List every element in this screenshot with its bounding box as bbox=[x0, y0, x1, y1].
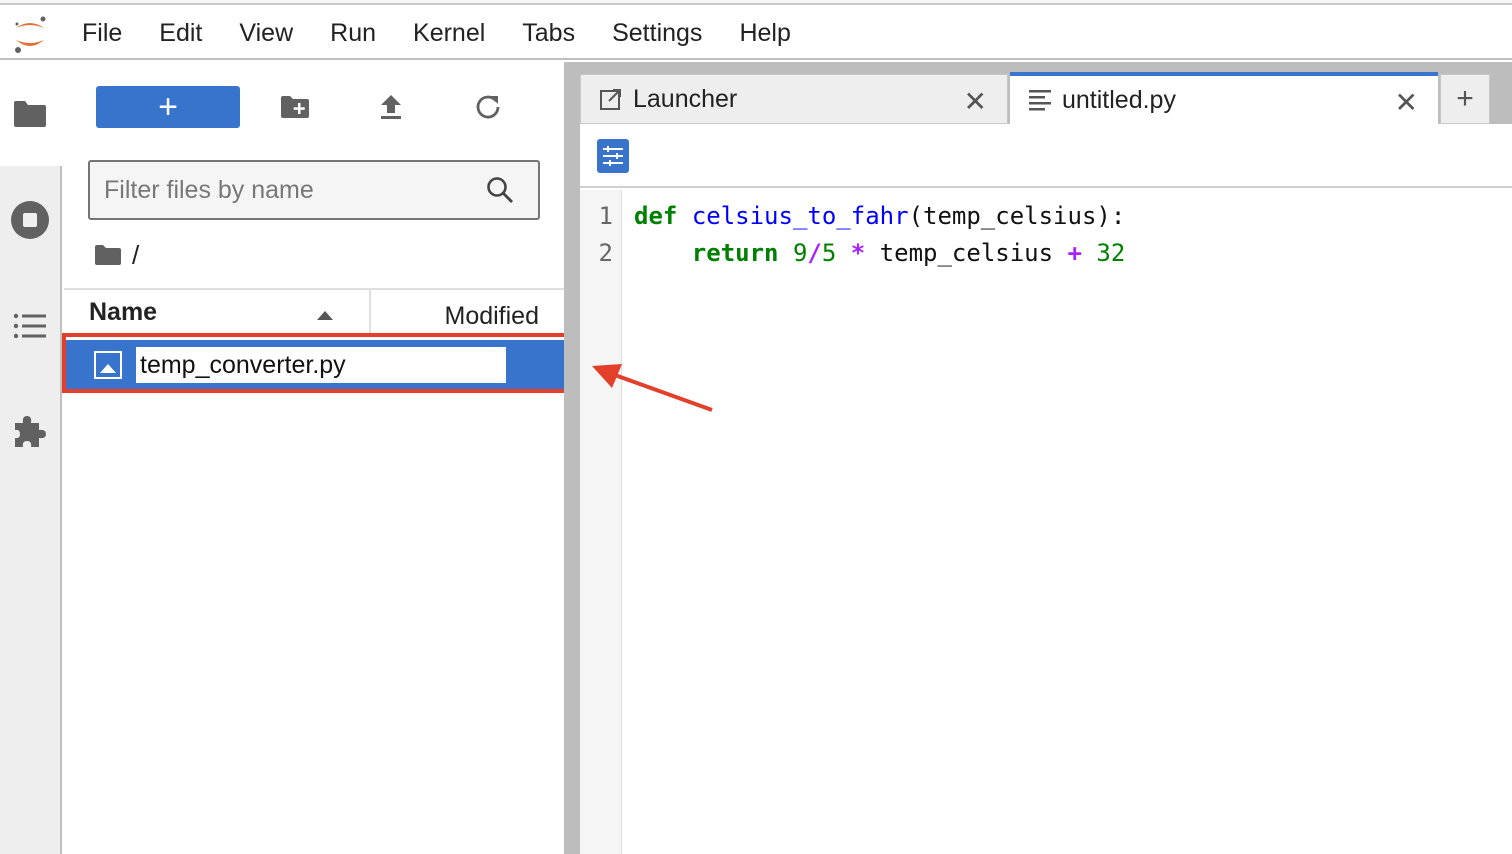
menu-file[interactable]: File bbox=[82, 19, 122, 48]
code-token: def bbox=[634, 202, 678, 230]
tab-untitled-py[interactable]: untitled.py ✕ bbox=[1010, 72, 1438, 124]
menu-bar: File Edit View Run Kernel Tabs Settings … bbox=[0, 6, 1512, 60]
folder-icon bbox=[14, 101, 46, 127]
filter-files-box bbox=[88, 160, 540, 220]
menu-view[interactable]: View bbox=[239, 19, 293, 48]
code-token: (temp_celsius): bbox=[908, 202, 1126, 230]
menu-items: File Edit View Run Kernel Tabs Settings … bbox=[82, 6, 828, 60]
launcher-icon bbox=[599, 87, 623, 111]
code-line[interactable]: def celsius_to_fahr(temp_celsius): bbox=[634, 202, 1125, 230]
file-list-header: Name Modified bbox=[64, 288, 564, 336]
code-token: return bbox=[691, 239, 779, 267]
column-divider[interactable] bbox=[369, 290, 371, 336]
table-of-contents-tab[interactable] bbox=[10, 306, 50, 346]
search-icon bbox=[487, 177, 513, 203]
editor-settings-button[interactable] bbox=[597, 139, 629, 173]
new-folder-button[interactable] bbox=[278, 90, 312, 124]
text-file-icon bbox=[1028, 89, 1052, 111]
new-folder-icon bbox=[281, 96, 309, 118]
refresh-icon bbox=[476, 95, 500, 119]
line-number: 1 bbox=[598, 202, 613, 230]
code-token: 9 bbox=[792, 239, 808, 267]
extension-puzzle-icon bbox=[15, 416, 46, 447]
editor: 1 2 def celsius_to_fahr(temp_celsius): r… bbox=[580, 124, 1512, 854]
editor-toolbar bbox=[580, 124, 1512, 188]
code-token: celsius_to_fahr bbox=[691, 202, 909, 230]
upload-icon bbox=[381, 95, 401, 119]
menu-edit[interactable]: Edit bbox=[159, 19, 202, 48]
tab-untitled-label: untitled.py bbox=[1062, 85, 1176, 114]
file-browser-panel: + / Name Modified bbox=[64, 62, 566, 854]
code-token: 5 bbox=[821, 239, 837, 267]
rename-file-input[interactable] bbox=[136, 347, 506, 383]
table-of-contents-icon bbox=[13, 313, 46, 339]
menu-settings[interactable]: Settings bbox=[612, 19, 702, 48]
panel-resize-handle[interactable] bbox=[564, 62, 580, 854]
line-number-gutter: 1 2 bbox=[580, 190, 622, 854]
upload-button[interactable] bbox=[374, 90, 408, 124]
tab-launcher-label: Launcher bbox=[633, 84, 738, 113]
left-sidebar bbox=[0, 62, 62, 854]
main-area: Launcher ✕ untitled.py ✕ + 1 2 def celsi… bbox=[580, 62, 1512, 854]
breadcrumb: / bbox=[94, 238, 139, 272]
code-token: 32 bbox=[1096, 239, 1126, 267]
refresh-button[interactable] bbox=[471, 90, 505, 124]
code-token: + bbox=[1067, 239, 1082, 267]
sort-ascending-icon bbox=[317, 311, 333, 320]
menu-help[interactable]: Help bbox=[739, 19, 790, 48]
filter-files-input[interactable] bbox=[104, 170, 484, 210]
python-file-icon bbox=[94, 351, 122, 379]
file-list-item[interactable] bbox=[64, 340, 566, 392]
close-icon[interactable]: ✕ bbox=[964, 85, 987, 118]
jupyter-logo-icon[interactable] bbox=[10, 12, 50, 56]
code-token: temp_celsius bbox=[865, 239, 1068, 267]
code-token: / bbox=[807, 239, 822, 267]
file-browser-tab[interactable] bbox=[10, 94, 50, 134]
code-token: * bbox=[850, 239, 866, 267]
close-icon[interactable]: ✕ bbox=[1395, 86, 1418, 119]
window-top-edge bbox=[0, 0, 1512, 5]
folder-home-icon[interactable] bbox=[94, 244, 122, 266]
annotation-arrow bbox=[592, 364, 713, 412]
add-tab-button[interactable]: + bbox=[1440, 74, 1490, 124]
tab-launcher[interactable]: Launcher ✕ bbox=[580, 74, 1008, 124]
code-line[interactable]: return 9/5 * temp_celsius + 32 bbox=[634, 239, 1126, 267]
menu-run[interactable]: Run bbox=[330, 19, 376, 48]
extension-manager-tab[interactable] bbox=[10, 412, 50, 452]
new-launcher-button[interactable]: + bbox=[96, 86, 240, 128]
menu-tabs[interactable]: Tabs bbox=[522, 19, 575, 48]
column-header-name[interactable]: Name bbox=[89, 298, 157, 327]
sliders-icon bbox=[603, 146, 623, 166]
menu-kernel[interactable]: Kernel bbox=[413, 19, 485, 48]
breadcrumb-root[interactable]: / bbox=[132, 240, 139, 271]
running-sessions-tab[interactable] bbox=[10, 200, 50, 240]
running-stop-icon bbox=[11, 201, 49, 239]
column-header-modified[interactable]: Modified bbox=[445, 302, 540, 331]
line-number: 2 bbox=[598, 239, 613, 267]
